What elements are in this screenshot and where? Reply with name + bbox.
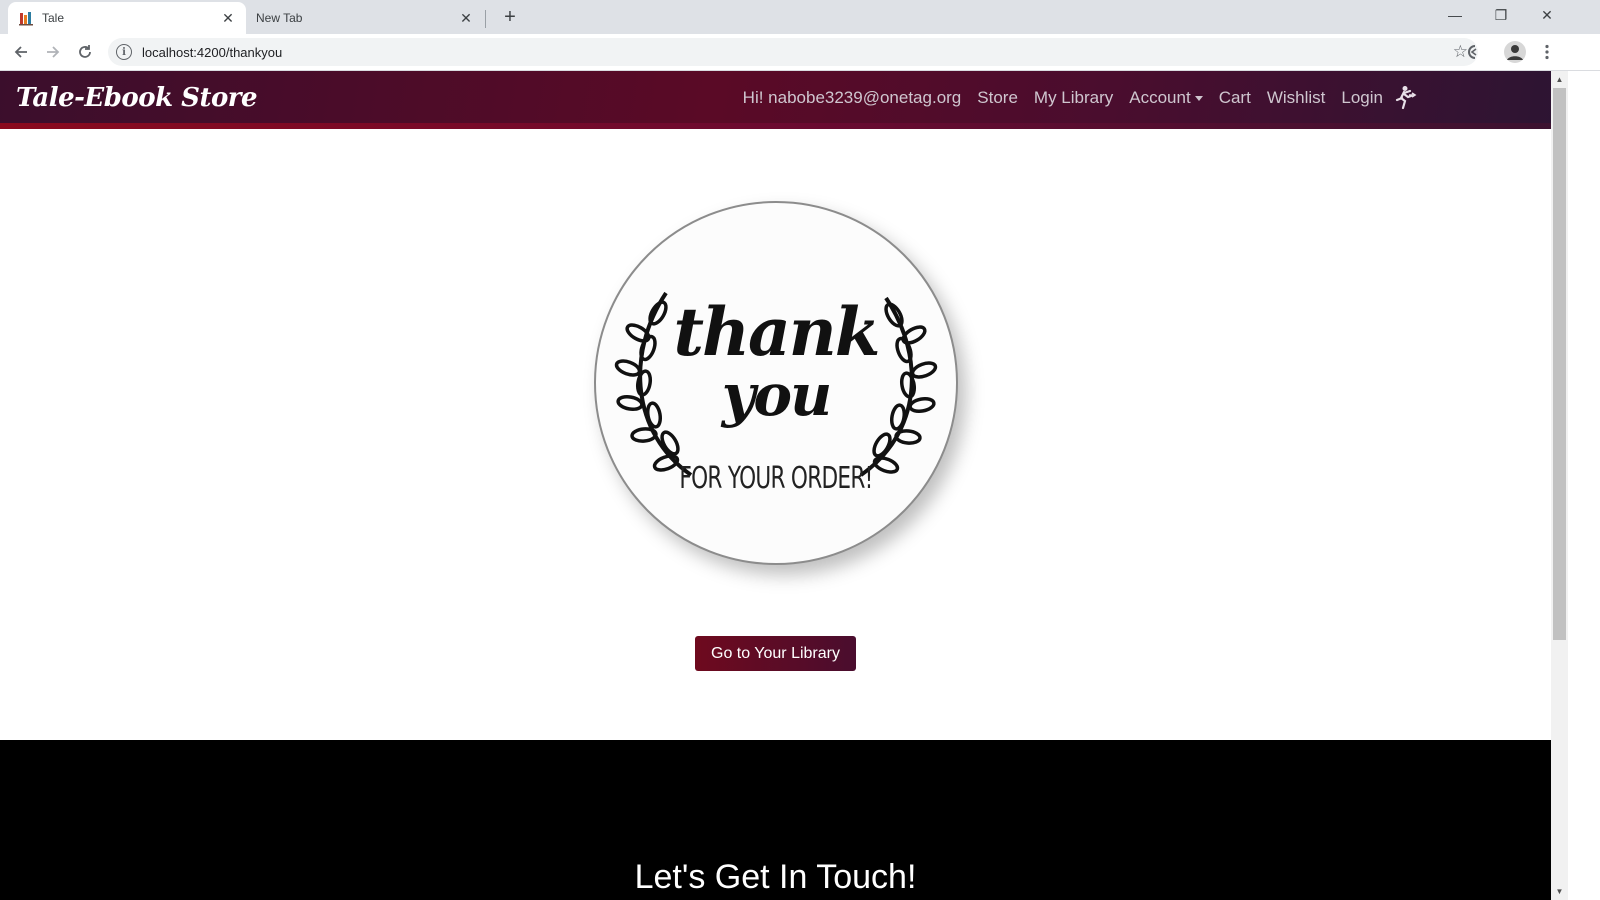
tab-title: New Tab (256, 11, 303, 25)
profile-avatar-icon[interactable] (1503, 40, 1527, 64)
you-text: you (721, 361, 833, 429)
kebab-menu-icon[interactable] (1535, 40, 1559, 64)
nav-account-dropdown[interactable]: Account (1129, 88, 1203, 108)
browser-tab-bar: Tale ✕ New Tab ✕ + — ❐ ✕ (0, 0, 1600, 34)
books-favicon-icon (18, 10, 34, 26)
footer-title: Let's Get In Touch! (634, 858, 917, 896)
tab-new-tab[interactable]: New Tab ✕ (246, 2, 484, 34)
back-arrow-icon[interactable] (9, 40, 33, 64)
window-edge (1568, 71, 1600, 900)
tab-close-icon[interactable]: ✕ (458, 10, 474, 26)
nav-wishlist[interactable]: Wishlist (1267, 88, 1326, 108)
brand-logo[interactable]: Tale-Ebook Store (16, 83, 258, 113)
footer: Let's Get In Touch! (0, 740, 1551, 900)
url-text[interactable]: localhost:4200/thankyou (142, 45, 282, 60)
user-greeting: Hi! nabobe3239@onetag.org (742, 88, 962, 107)
forward-arrow-icon[interactable] (41, 40, 65, 64)
nav-store[interactable]: Store (977, 88, 1018, 108)
thank-you-image: thank you FOR YOUR ORDER! (594, 201, 958, 565)
browser-toolbar: i localhost:4200/thankyou ☆ (0, 34, 1600, 71)
extension-icon[interactable] (1460, 40, 1484, 64)
tab-close-icon[interactable]: ✕ (220, 10, 236, 26)
nav-login[interactable]: Login (1341, 88, 1383, 108)
info-icon[interactable]: i (116, 44, 132, 60)
reload-icon[interactable] (73, 40, 97, 64)
tab-separator (485, 10, 486, 28)
page-scrollbar[interactable]: ▲ ▼ (1551, 71, 1568, 900)
minimize-button[interactable]: — (1432, 0, 1478, 30)
address-bar[interactable]: i localhost:4200/thankyou ☆ (108, 38, 1478, 66)
thank-text: thank (673, 293, 881, 371)
nav-cart[interactable]: Cart (1219, 88, 1251, 108)
caret-down-icon (1194, 96, 1203, 102)
tab-tale[interactable]: Tale ✕ (8, 2, 246, 34)
tab-title: Tale (42, 11, 65, 25)
site-navbar: Tale-Ebook Store Hi! nabobe3239@onetag.o… (0, 71, 1582, 129)
scroll-up-arrow-icon[interactable]: ▲ (1551, 71, 1568, 88)
go-to-library-button[interactable]: Go to Your Library (695, 636, 856, 671)
scrollbar-thumb[interactable] (1553, 88, 1566, 640)
close-window-button[interactable]: ✕ (1524, 0, 1570, 30)
scroll-down-arrow-icon[interactable]: ▼ (1551, 883, 1568, 900)
nav-my-library[interactable]: My Library (1034, 88, 1113, 108)
running-person-icon[interactable] (1391, 85, 1417, 111)
for-your-order-text: FOR YOUR ORDER! (679, 461, 873, 496)
nav-menu: Hi! nabobe3239@onetag.org Store My Libra… (727, 85, 1417, 111)
restore-button[interactable]: ❐ (1478, 0, 1524, 30)
account-label: Account (1129, 88, 1191, 107)
new-tab-button[interactable]: + (498, 5, 522, 29)
